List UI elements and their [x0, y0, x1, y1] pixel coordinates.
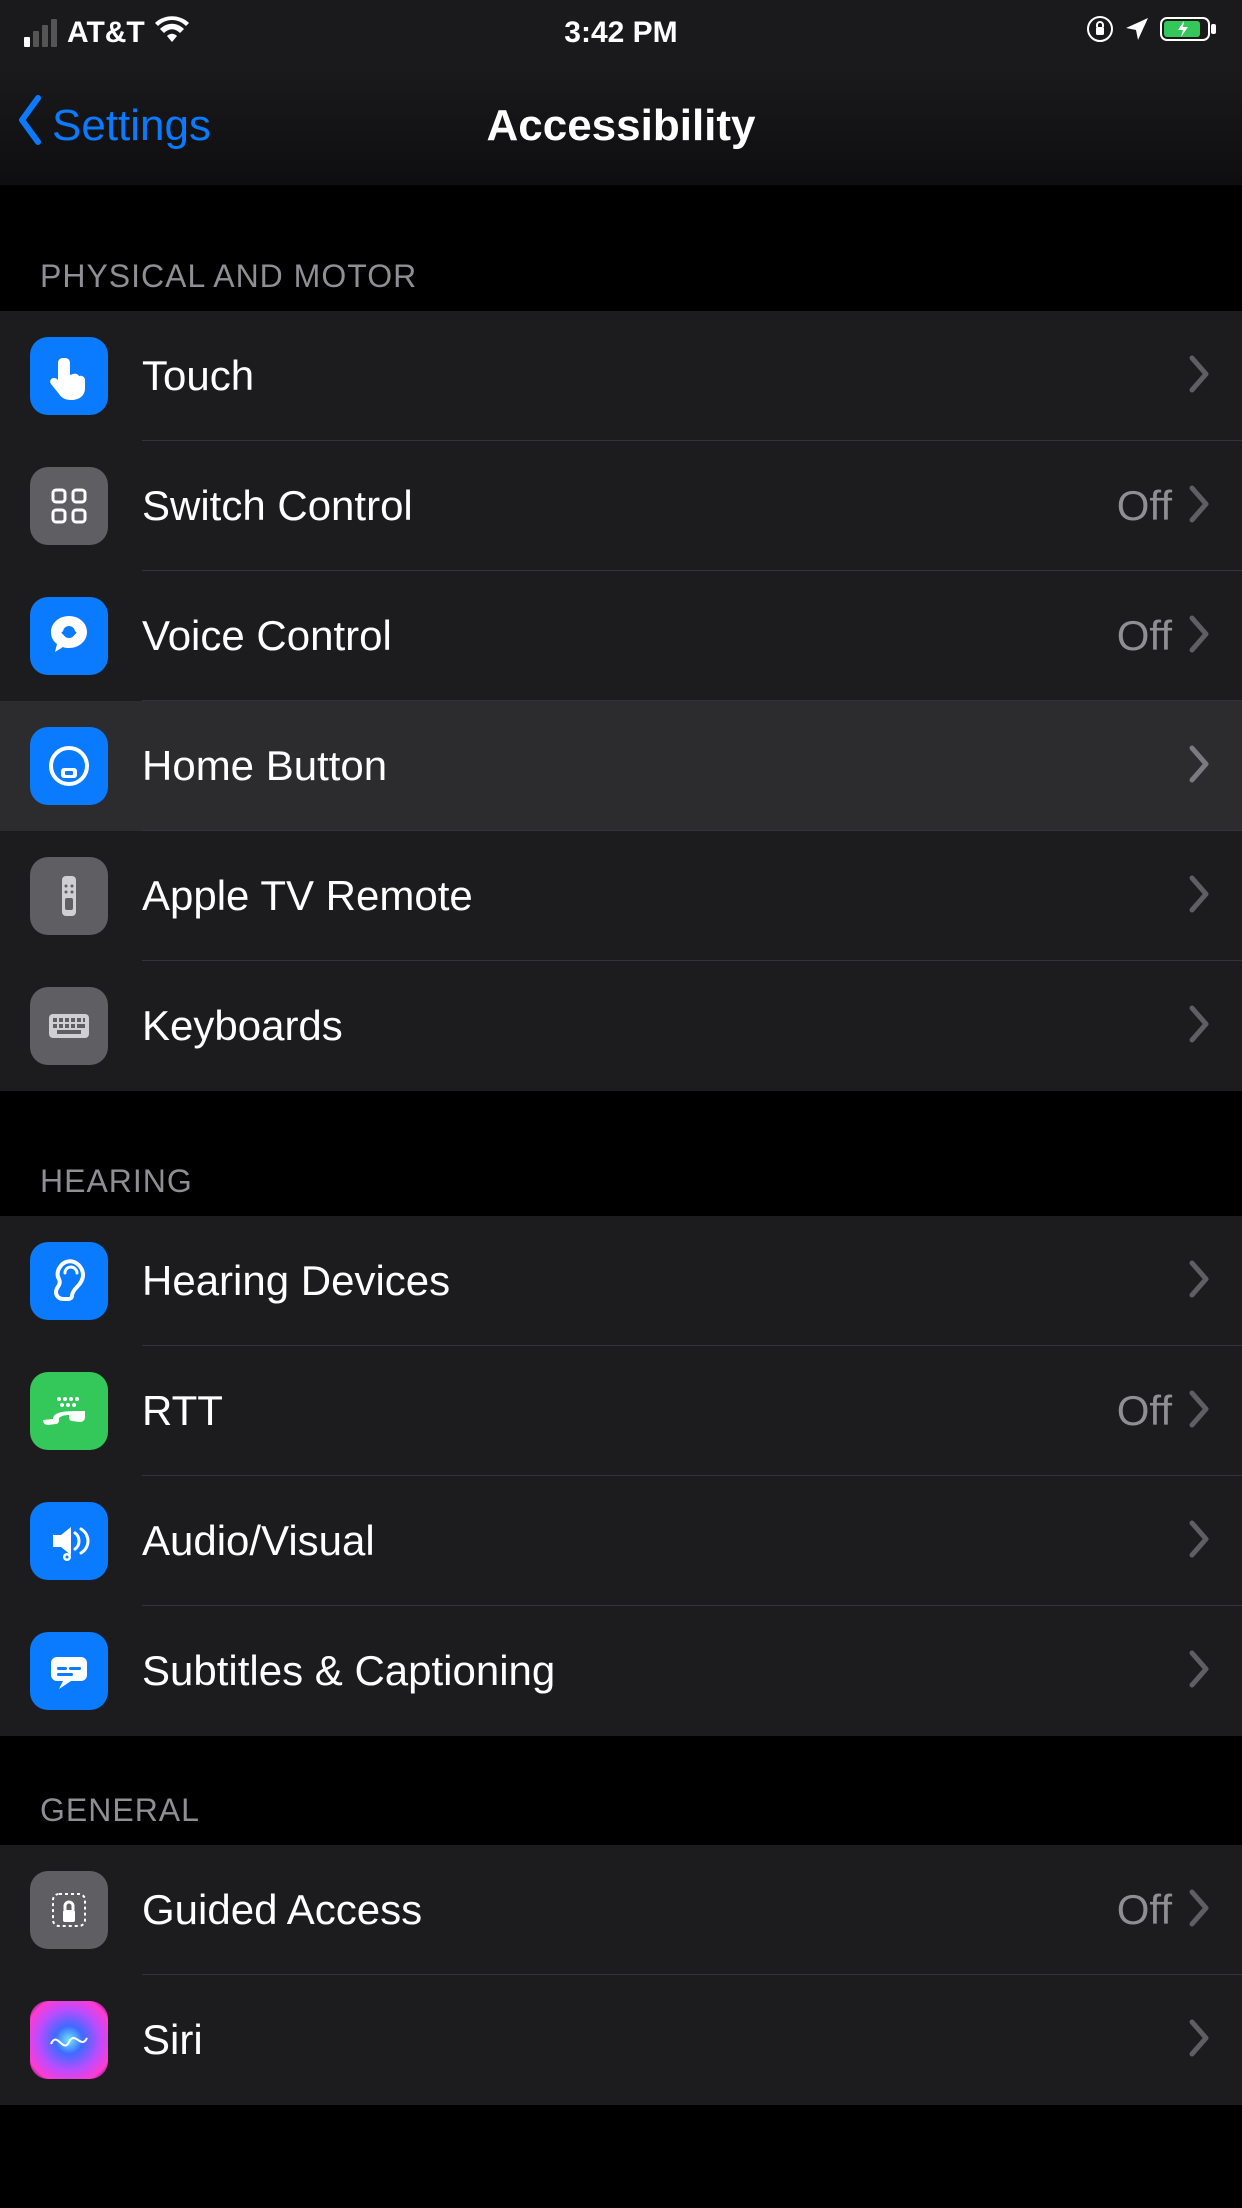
subtitles-icon: [30, 1632, 108, 1710]
row-label: RTT: [142, 1387, 1117, 1435]
status-right: [1086, 15, 1218, 51]
row-label: Siri: [142, 2016, 1188, 2064]
row-label: Hearing Devices: [142, 1257, 1188, 1305]
chevron-right-icon: [1188, 1649, 1212, 1694]
row-rtt[interactable]: RTT Off: [0, 1346, 1242, 1476]
row-label: Apple TV Remote: [142, 872, 1188, 920]
carrier-label: AT&T: [67, 16, 145, 50]
back-button[interactable]: Settings: [0, 94, 211, 157]
row-guided-access[interactable]: Guided Access Off: [0, 1845, 1242, 1975]
row-touch[interactable]: Touch: [0, 311, 1242, 441]
row-value: Off: [1117, 612, 1172, 660]
list-general: Guided Access Off Siri: [0, 1845, 1242, 2105]
chevron-right-icon: [1188, 354, 1212, 399]
orientation-lock-icon: [1086, 15, 1114, 51]
row-subtitles[interactable]: Subtitles & Captioning: [0, 1606, 1242, 1736]
list-physical: Touch Switch Control Off Voice Control O…: [0, 311, 1242, 1091]
row-audio-visual[interactable]: Audio/Visual: [0, 1476, 1242, 1606]
row-label: Home Button: [142, 742, 1188, 790]
section-header-physical: Physical and Motor: [0, 186, 1242, 311]
keyboards-icon: [30, 987, 108, 1065]
chevron-left-icon: [14, 94, 46, 157]
row-apple-tv-remote[interactable]: Apple TV Remote: [0, 831, 1242, 961]
battery-charging-icon: [1160, 15, 1218, 51]
chevron-right-icon: [1188, 1888, 1212, 1933]
section-header-hearing: Hearing: [0, 1091, 1242, 1216]
row-value: Off: [1117, 1886, 1172, 1934]
switch-control-icon: [30, 467, 108, 545]
chevron-right-icon: [1188, 1004, 1212, 1049]
chevron-right-icon: [1188, 1519, 1212, 1564]
row-keyboards[interactable]: Keyboards: [0, 961, 1242, 1091]
row-voice-control[interactable]: Voice Control Off: [0, 571, 1242, 701]
row-label: Guided Access: [142, 1886, 1117, 1934]
row-value: Off: [1117, 1387, 1172, 1435]
rtt-phone-icon: [30, 1372, 108, 1450]
status-left: AT&T: [24, 16, 189, 50]
status-bar: AT&T 3:42 PM: [0, 0, 1242, 66]
row-label: Audio/Visual: [142, 1517, 1188, 1565]
chevron-right-icon: [1188, 1259, 1212, 1304]
ear-icon: [30, 1242, 108, 1320]
home-button-icon: [30, 727, 108, 805]
row-label: Keyboards: [142, 1002, 1188, 1050]
audio-visual-icon: [30, 1502, 108, 1580]
chevron-right-icon: [1188, 484, 1212, 529]
row-label: Subtitles & Captioning: [142, 1647, 1188, 1695]
chevron-right-icon: [1188, 2018, 1212, 2063]
location-icon: [1124, 16, 1150, 50]
row-switch-control[interactable]: Switch Control Off: [0, 441, 1242, 571]
siri-icon: [30, 2001, 108, 2079]
section-header-general: General: [0, 1736, 1242, 1845]
voice-control-icon: [30, 597, 108, 675]
wifi-icon: [155, 16, 189, 50]
row-hearing-devices[interactable]: Hearing Devices: [0, 1216, 1242, 1346]
row-siri[interactable]: Siri: [0, 1975, 1242, 2105]
row-value: Off: [1117, 482, 1172, 530]
row-label: Voice Control: [142, 612, 1117, 660]
list-hearing: Hearing Devices RTT Off Audio/Visual Sub…: [0, 1216, 1242, 1736]
touch-icon: [30, 337, 108, 415]
chevron-right-icon: [1188, 744, 1212, 789]
guided-access-icon: [30, 1871, 108, 1949]
row-label: Touch: [142, 352, 1188, 400]
back-button-label: Settings: [52, 101, 211, 151]
row-home-button[interactable]: Home Button: [0, 701, 1242, 831]
nav-bar: Settings Accessibility: [0, 66, 1242, 186]
cellular-signal-icon: [24, 19, 57, 47]
chevron-right-icon: [1188, 1389, 1212, 1434]
chevron-right-icon: [1188, 614, 1212, 659]
apple-tv-remote-icon: [30, 857, 108, 935]
chevron-right-icon: [1188, 874, 1212, 919]
row-label: Switch Control: [142, 482, 1117, 530]
